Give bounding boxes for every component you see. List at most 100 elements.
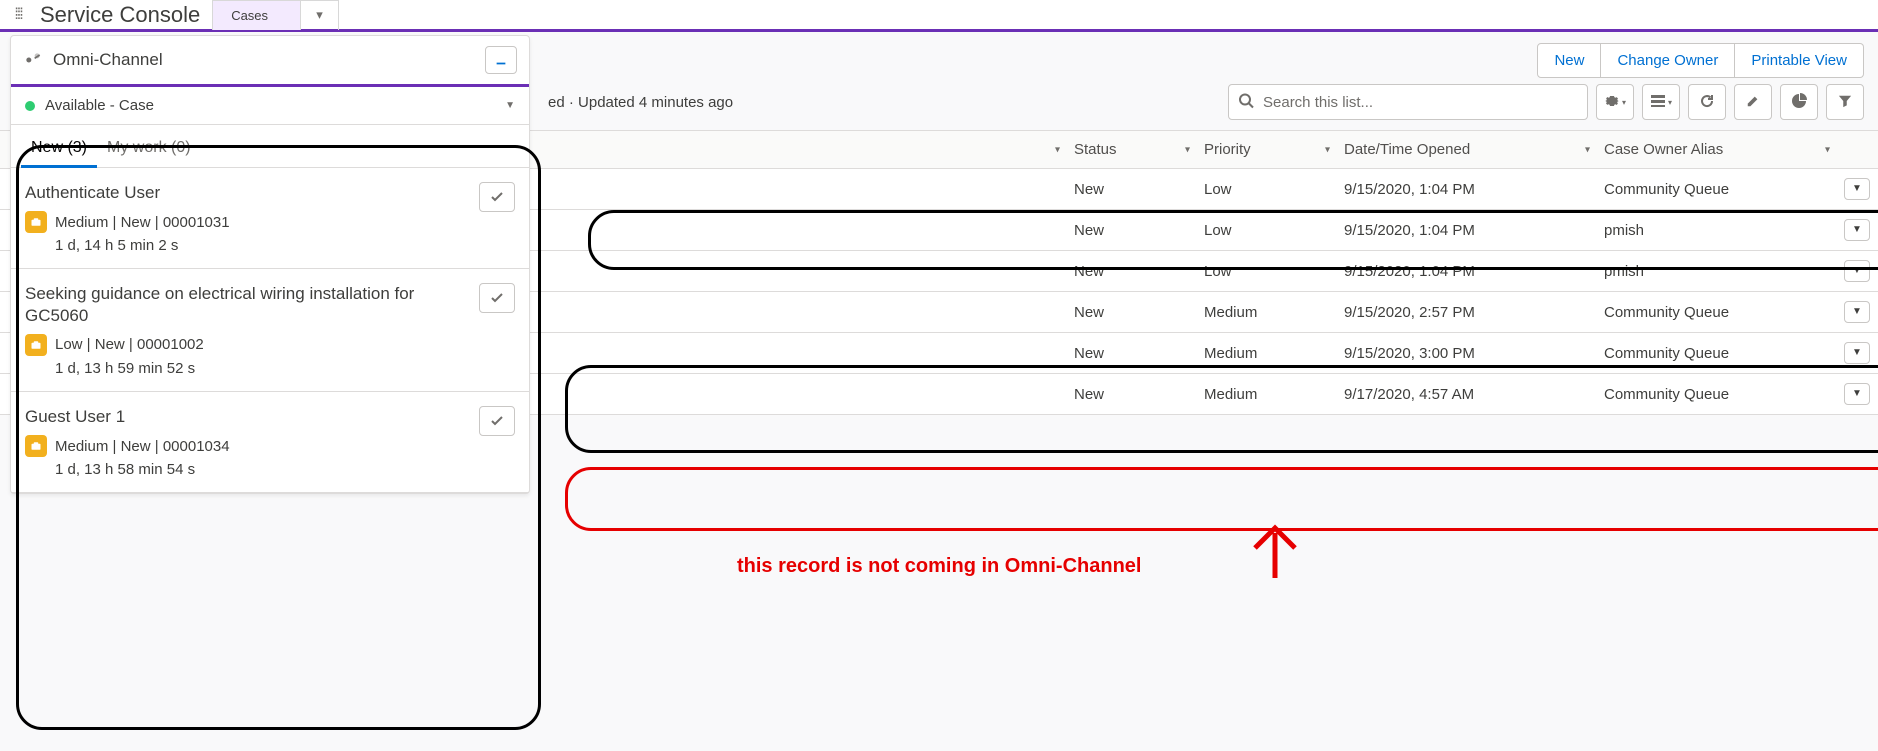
pencil-icon [1746,94,1760,111]
cell-opened: 9/15/2020, 1:04 PM [1336,169,1596,210]
col-opened[interactable]: Date/Time Opened▾ [1336,131,1596,169]
cell-priority: Low [1196,251,1336,292]
accept-work-button[interactable] [479,283,515,313]
printable-view-button[interactable]: Printable View [1735,43,1864,78]
row-action-menu[interactable]: ▼ [1836,169,1878,210]
case-icon [25,435,47,457]
omni-status-selector[interactable]: Available - Case ▼ [11,87,529,125]
refresh-icon [1699,93,1715,112]
row-action-menu[interactable]: ▼ [1836,251,1878,292]
caret-down-icon: ▾ [1668,98,1672,107]
row-action-menu[interactable]: ▼ [1836,210,1878,251]
accept-work-button[interactable] [479,406,515,436]
pie-chart-icon [1791,93,1807,112]
filter-button[interactable] [1826,84,1864,120]
workspace-tab-cases[interactable]: Cases [212,0,301,30]
tab-label: My work (0) [107,139,191,156]
tab-label: New (3) [31,139,87,156]
tab-overflow-button[interactable]: ▾ [301,0,339,30]
caret-down-icon: ▼ [1844,219,1870,241]
header-button-group: New Change Owner Printable View [1537,43,1864,78]
col-label: Priority [1204,141,1251,158]
work-item-title: Authenticate User [25,182,471,203]
work-item-meta: Medium | New | 00001034 [55,438,230,455]
app-name: Service Console [36,2,212,28]
cell-opened: 9/15/2020, 2:57 PM [1336,292,1596,333]
cell-priority: Medium [1196,333,1336,374]
tab-new[interactable]: New (3) [21,131,97,167]
cell-owner: Community Queue [1596,374,1836,415]
list-controls-button[interactable]: ▾ [1596,84,1634,120]
col-label: Case Owner Alias [1604,141,1723,158]
case-icon [25,211,47,233]
annotation-text: this record is not coming in Omni-Channe… [737,555,1141,578]
cell-priority: Low [1196,210,1336,251]
caret-down-icon: ▼ [1844,383,1870,405]
cell-owner: Community Queue [1596,333,1836,374]
work-item-meta: Medium | New | 00001031 [55,214,230,231]
col-priority[interactable]: Priority ▾ [1196,131,1336,169]
work-item-time: 1 d, 14 h 5 min 2 s [55,237,471,254]
chevron-down-icon: ▾ [1825,144,1830,155]
omni-channel-panel: Omni-Channel Available - Case ▼ New (3) … [10,35,530,494]
cell-opened: 9/15/2020, 3:00 PM [1336,333,1596,374]
caret-down-icon: ▼ [505,100,515,111]
status-text: Available - Case [45,97,505,114]
col-label: Status [1074,141,1117,158]
cell-opened: 9/15/2020, 1:04 PM [1336,210,1596,251]
filter-icon [1838,94,1852,111]
refresh-button[interactable] [1688,84,1726,120]
edit-list-button[interactable] [1734,84,1772,120]
search-input[interactable] [1228,84,1588,120]
cell-status: New [1066,374,1196,415]
new-button[interactable]: New [1537,43,1601,78]
cell-status: New [1066,210,1196,251]
col-actions [1836,131,1878,169]
work-item-title: Seeking guidance on electrical wiring in… [25,283,471,326]
caret-down-icon: ▼ [1844,260,1870,282]
work-item-time: 1 d, 13 h 58 min 54 s [55,461,471,478]
row-action-menu[interactable]: ▼ [1836,374,1878,415]
work-item[interactable]: Authenticate User Medium | New | 0000103… [11,168,529,269]
case-icon [25,334,47,356]
list-updated-text: ed · Updated 4 minutes ago [540,94,733,111]
work-item-title: Guest User 1 [25,406,471,427]
app-launcher-icon[interactable]: ⁞⁞⁞ [0,0,36,31]
status-online-icon [25,101,35,111]
cell-status: New [1066,169,1196,210]
row-action-menu[interactable]: ▼ [1836,333,1878,374]
cell-status: New [1066,292,1196,333]
table-icon [1650,93,1666,112]
accept-work-button[interactable] [479,182,515,212]
caret-down-icon: ▼ [1844,301,1870,323]
gear-icon [1604,93,1620,112]
cell-priority: Medium [1196,374,1336,415]
row-action-menu[interactable]: ▼ [1836,292,1878,333]
minimize-button[interactable] [485,46,517,74]
chevron-down-icon: ▾ [1055,144,1060,155]
search-icon [1238,93,1254,112]
tab-label: Cases [231,8,268,23]
chevron-down-icon: ▾ [1585,144,1590,155]
cell-opened: 9/15/2020, 1:04 PM [1336,251,1596,292]
chevron-down-icon: ▾ [316,7,323,23]
change-owner-button[interactable]: Change Owner [1601,43,1735,78]
work-item[interactable]: Seeking guidance on electrical wiring in… [11,269,529,392]
chart-button[interactable] [1780,84,1818,120]
tab-my-work[interactable]: My work (0) [97,131,201,167]
cell-owner: pmish [1596,210,1836,251]
display-as-button[interactable]: ▾ [1642,84,1680,120]
caret-down-icon: ▼ [1844,178,1870,200]
cell-priority: Medium [1196,292,1336,333]
cell-owner: Community Queue [1596,169,1836,210]
cell-owner: pmish [1596,251,1836,292]
work-item[interactable]: Guest User 1 Medium | New | 00001034 1 d… [11,392,529,493]
cell-status: New [1066,333,1196,374]
work-item-meta: Low | New | 00001002 [55,336,204,353]
col-status[interactable]: Status ▾ [1066,131,1196,169]
cell-priority: Low [1196,169,1336,210]
chevron-down-icon: ▾ [1185,144,1190,155]
cell-status: New [1066,251,1196,292]
col-owner[interactable]: Case Owner Alias ▾ [1596,131,1836,169]
chevron-down-icon: ▾ [1325,144,1330,155]
